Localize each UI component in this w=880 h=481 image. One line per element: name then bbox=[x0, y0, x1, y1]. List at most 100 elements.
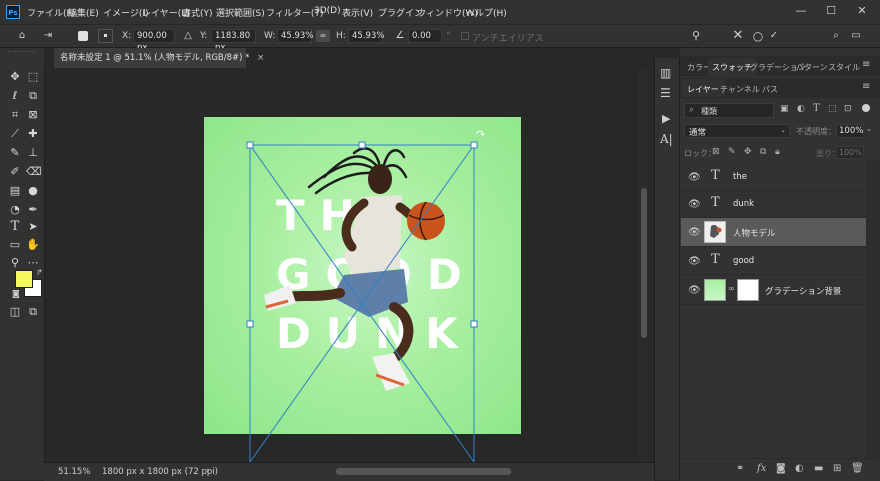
type-tool-icon[interactable]: T bbox=[8, 220, 22, 234]
dodge-tool-icon[interactable]: ◔ bbox=[8, 203, 22, 217]
add-mask-icon[interactable]: ◙ bbox=[776, 463, 786, 474]
menu-help[interactable]: ヘルプ(H) bbox=[466, 6, 507, 19]
opacity-chevron-icon[interactable]: ⌄ bbox=[866, 125, 872, 133]
layer-row-good[interactable]: 👁︎ T good bbox=[681, 248, 866, 275]
filter-type-icon[interactable]: T bbox=[813, 103, 820, 114]
panel-menu-icon[interactable]: ≡ bbox=[862, 59, 870, 70]
vertical-scroll-thumb[interactable] bbox=[641, 188, 647, 338]
transform-bounding-box[interactable] bbox=[200, 139, 485, 462]
path-select-tool-icon[interactable]: ➤ bbox=[26, 220, 40, 234]
photoshop-logo-icon[interactable]: Ps bbox=[6, 5, 20, 19]
crop-tool-icon[interactable]: ⌗ bbox=[8, 108, 22, 122]
lock-all-icon[interactable]: 🔒︎ bbox=[775, 147, 780, 157]
quick-mask-icon[interactable]: ◫ bbox=[8, 305, 22, 319]
width-field[interactable]: 45.93% bbox=[277, 29, 313, 43]
swap-colors-icon[interactable]: ↱ bbox=[36, 268, 43, 277]
document-tab[interactable]: 名称未設定 1 @ 51.1% (人物モデル, RGB/8#) * × bbox=[54, 48, 264, 68]
visibility-eye-icon[interactable]: 👁︎ bbox=[688, 227, 701, 238]
filter-shape-icon[interactable]: ⬚ bbox=[828, 104, 837, 114]
tab-styles[interactable]: スタイル bbox=[828, 62, 860, 73]
tab-layers[interactable]: レイヤー bbox=[681, 79, 725, 97]
lock-transparent-icon[interactable]: ⊠ bbox=[712, 147, 720, 157]
screen-mode-icon[interactable]: ⧉ bbox=[26, 305, 40, 319]
eraser-tool-icon[interactable]: ⌫ bbox=[26, 165, 42, 179]
brush-tool-icon[interactable]: ✎ bbox=[8, 146, 22, 160]
default-colors-icon[interactable]: ◙ bbox=[12, 289, 20, 298]
tab-swatches[interactable]: スウォッチ bbox=[708, 58, 756, 76]
mask-link-icon[interactable]: ∞ bbox=[728, 284, 735, 293]
filter-adjustment-icon[interactable]: ◐ bbox=[797, 104, 805, 114]
clone-stamp-tool-icon[interactable]: ⊥ bbox=[26, 146, 40, 160]
visibility-eye-icon[interactable]: 👁︎ bbox=[688, 285, 701, 296]
layers-scrollbar[interactable] bbox=[866, 160, 880, 460]
y-position-field[interactable]: 1183.80 px bbox=[211, 29, 256, 53]
layer-row-gradient-background[interactable]: 👁︎ ∞ グラデーション背景 bbox=[681, 275, 866, 305]
opacity-field[interactable]: 100% bbox=[836, 124, 864, 138]
toolbar-grip[interactable] bbox=[8, 51, 36, 54]
filter-smart-object-icon[interactable]: ⊡ bbox=[844, 104, 852, 114]
close-tab-icon[interactable]: × bbox=[257, 53, 264, 63]
rotation-field[interactable]: 0.00 bbox=[408, 29, 442, 43]
new-layer-icon[interactable]: ⊞ bbox=[833, 463, 841, 474]
adjustment-layer-icon[interactable]: ◐ bbox=[795, 463, 804, 474]
lock-artboard-icon[interactable]: ⧉ bbox=[760, 147, 766, 157]
commit-transform-icon[interactable]: ○ bbox=[752, 30, 764, 42]
horizontal-scroll-thumb[interactable] bbox=[336, 468, 511, 475]
home-icon[interactable]: ⌂ bbox=[16, 30, 28, 42]
relative-position-icon[interactable]: △ bbox=[182, 30, 194, 42]
visibility-eye-icon[interactable]: 👁︎ bbox=[688, 199, 701, 210]
move-tool-icon[interactable]: ✥ bbox=[8, 70, 22, 84]
vertical-scrollbar[interactable] bbox=[638, 68, 650, 462]
zoom-level[interactable]: 51.15% bbox=[58, 467, 90, 477]
link-layers-icon[interactable]: ⚭ bbox=[736, 463, 744, 474]
lock-position-icon[interactable]: ✥ bbox=[744, 147, 752, 157]
x-position-field[interactable]: 900.00 px bbox=[133, 29, 175, 53]
menu-select[interactable]: 選択範囲(S) bbox=[216, 6, 265, 19]
lasso-tool-icon[interactable]: ℓ bbox=[8, 89, 22, 103]
object-select-tool-icon[interactable]: ⧉ bbox=[26, 89, 40, 103]
character-panel-icon[interactable]: A| bbox=[660, 132, 673, 146]
layer-style-fx-icon[interactable]: fx bbox=[757, 463, 766, 474]
marquee-tool-icon[interactable]: ⬚ bbox=[26, 70, 40, 84]
foreground-color-swatch[interactable] bbox=[15, 270, 33, 288]
layer-filter-dropdown[interactable]: ⌕ 種類 bbox=[684, 103, 774, 118]
reference-point-icon[interactable] bbox=[98, 29, 113, 43]
eyedropper-tool-icon[interactable]: ⟋ bbox=[8, 127, 22, 141]
properties-panel-icon[interactable]: ☰ bbox=[660, 86, 671, 100]
visibility-eye-icon[interactable]: 👁︎ bbox=[688, 256, 701, 267]
blur-tool-icon[interactable]: ● bbox=[26, 184, 40, 198]
filter-toggle[interactable] bbox=[862, 104, 870, 112]
delete-layer-icon[interactable]: 🗑︎ bbox=[851, 463, 864, 474]
close-window-button[interactable]: ✕ bbox=[853, 3, 871, 19]
tab-paths[interactable]: パス bbox=[762, 84, 778, 95]
warp-icon[interactable]: ⚲ bbox=[690, 30, 702, 42]
history-panel-icon[interactable]: ▥ bbox=[660, 66, 671, 80]
new-group-icon[interactable]: ▬ bbox=[814, 463, 823, 474]
cancel-transform-icon[interactable]: ✕ bbox=[732, 29, 744, 42]
tab-channels[interactable]: チャンネル bbox=[720, 84, 760, 95]
link-ratio-icon[interactable]: ∞ bbox=[316, 30, 330, 42]
frame-tool-icon[interactable]: ⊠ bbox=[26, 108, 40, 122]
layer-row-the[interactable]: 👁︎ T the bbox=[681, 164, 866, 191]
workspace-icon[interactable]: ▭ bbox=[850, 30, 862, 42]
minimize-button[interactable]: — bbox=[792, 3, 810, 19]
visibility-eye-icon[interactable]: 👁︎ bbox=[688, 172, 701, 183]
filter-pixel-icon[interactable]: ▣ bbox=[780, 104, 789, 114]
hand-tool-icon[interactable]: ✋ bbox=[26, 238, 40, 252]
menu-edit[interactable]: 編集(E) bbox=[68, 6, 99, 19]
commit-check-icon[interactable]: ✓ bbox=[768, 30, 780, 42]
maximize-button[interactable]: ☐ bbox=[822, 3, 840, 19]
height-field[interactable]: 45.93% bbox=[348, 29, 384, 43]
blend-mode-select[interactable]: 通常 ⌄ bbox=[684, 124, 790, 138]
menu-3d[interactable]: 3D(D) bbox=[314, 6, 341, 16]
antialias-checkbox[interactable] bbox=[461, 32, 469, 40]
actions-panel-icon[interactable]: ▶ bbox=[662, 112, 670, 125]
rectangle-tool-icon[interactable]: ▭ bbox=[8, 238, 22, 252]
menu-type[interactable]: 書式(Y) bbox=[182, 6, 213, 19]
layer-row-person-model[interactable]: 👁︎ 人物モデル bbox=[681, 218, 866, 247]
pen-tool-icon[interactable]: ✒ bbox=[26, 203, 40, 217]
show-transform-checkbox[interactable] bbox=[78, 31, 88, 41]
move-tool-preset-icon[interactable]: ⇥ bbox=[42, 30, 54, 42]
layer-mask-thumbnail[interactable] bbox=[737, 279, 759, 301]
gradient-tool-icon[interactable]: ▤ bbox=[8, 184, 22, 198]
